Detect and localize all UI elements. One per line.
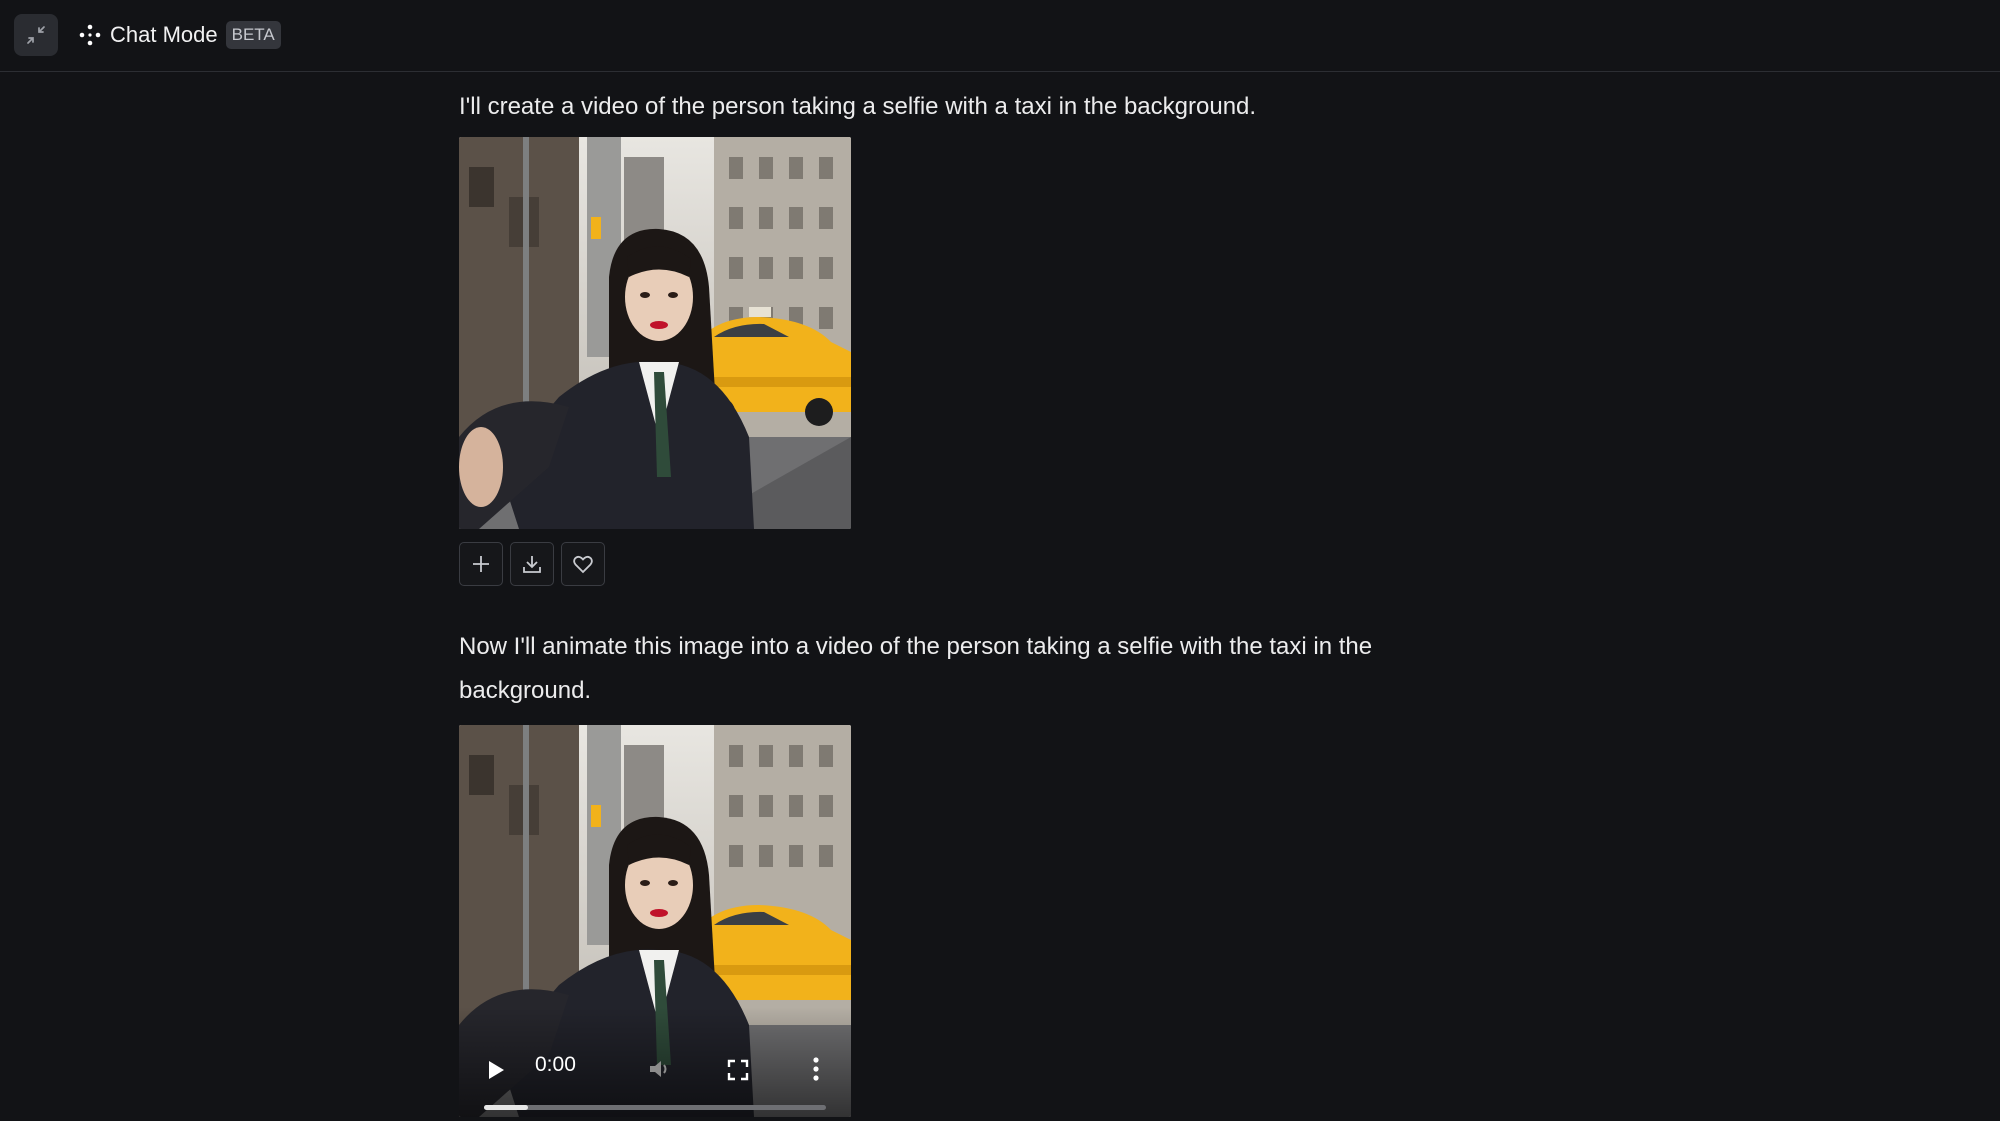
selfie-taxi-image xyxy=(459,137,851,529)
video-progress-bar[interactable] xyxy=(484,1105,826,1110)
assistant-message: I'll create a video of the person taking… xyxy=(459,93,1257,120)
image-actions xyxy=(459,542,605,586)
favorite-button[interactable] xyxy=(561,542,605,586)
video-progress-fill xyxy=(484,1105,529,1110)
download-button[interactable] xyxy=(510,542,554,586)
heart-icon xyxy=(573,555,593,574)
beta-badge: BETA xyxy=(225,21,281,49)
more-vertical-icon[interactable] xyxy=(808,1056,824,1082)
add-button[interactable] xyxy=(459,542,503,586)
top-bar: Chat Mode BETA xyxy=(0,0,2000,72)
video-player[interactable]: 0:00 xyxy=(459,725,851,1117)
video-time: 0:00 xyxy=(535,1053,576,1076)
plus-icon xyxy=(473,556,489,572)
chat-mode-label: Chat Mode BETA xyxy=(78,18,281,52)
collapse-icon xyxy=(27,26,45,44)
assistant-message: Now I'll animate this image into a video… xyxy=(459,633,1373,704)
mode-title: Chat Mode xyxy=(110,22,218,47)
mute-icon[interactable] xyxy=(646,1056,672,1082)
download-icon xyxy=(523,556,541,573)
sparkle-dots-icon xyxy=(79,24,101,46)
collapse-button[interactable] xyxy=(14,14,58,56)
fullscreen-icon[interactable] xyxy=(727,1059,749,1081)
generated-image[interactable] xyxy=(459,137,851,529)
video-controls: 0:00 xyxy=(459,1007,851,1117)
play-icon[interactable] xyxy=(487,1060,505,1080)
